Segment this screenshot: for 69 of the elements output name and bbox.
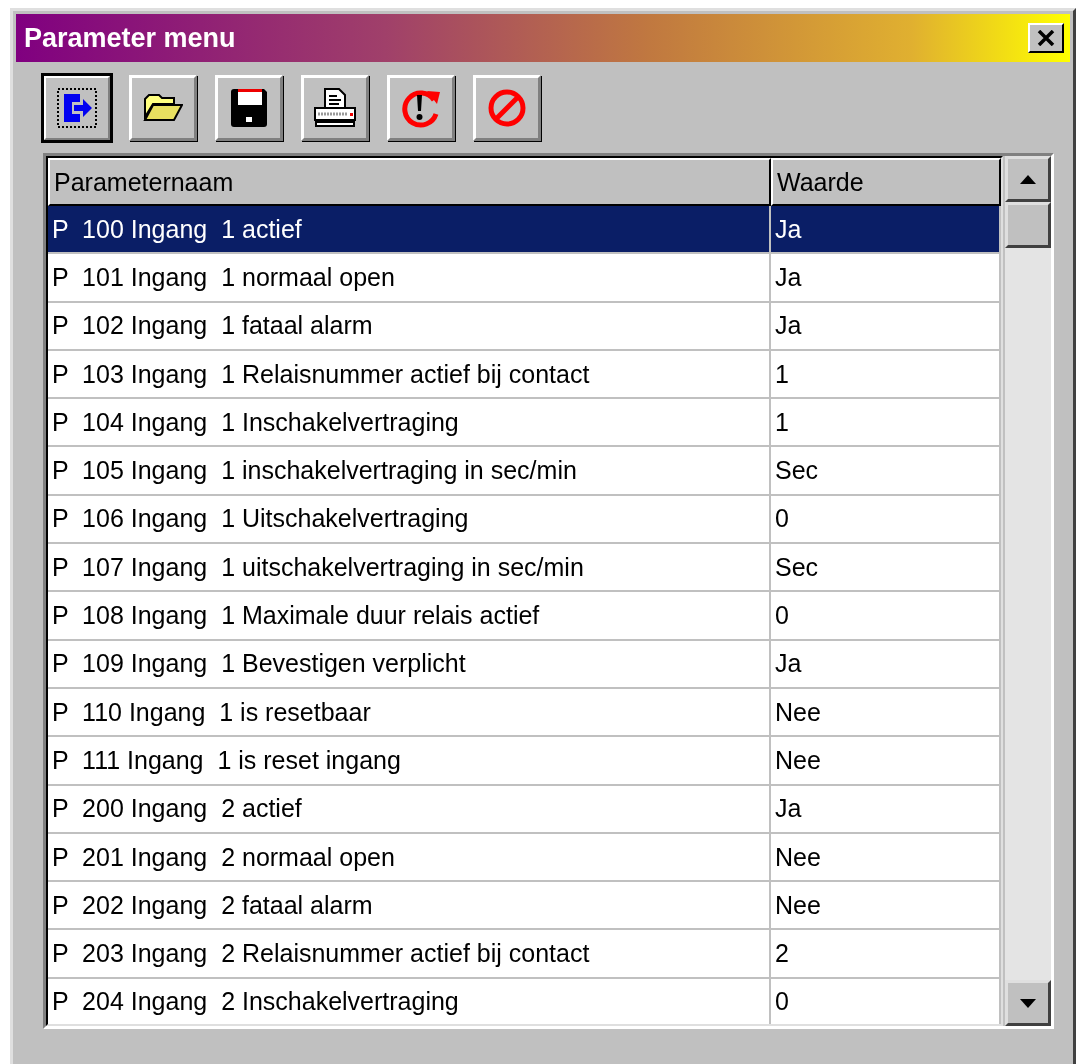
scrollbar[interactable] (1003, 156, 1051, 1026)
column-header[interactable]: Parameternaam (48, 158, 771, 206)
table-cell: Nee (771, 833, 1001, 883)
parameter-row[interactable]: P 107 Ingang 1 uitschakelvertraging in sec/min Sec (48, 544, 1001, 593)
scroll-down-button[interactable] (1005, 980, 1051, 1026)
table-cell: P 102 Ingang 1 fataal alarm (48, 302, 771, 351)
parameter-row[interactable]: P 204 Ingang 2 Inschakelvertraging 0 (48, 978, 1001, 1024)
parameter-row[interactable]: P 104 Ingang 1 Inschakelvertraging 1 (48, 399, 1001, 448)
up-arrow-icon (1020, 174, 1036, 184)
parameter-row[interactable]: P 106 Ingang 1 Uitschakelvertraging 0 (48, 495, 1001, 545)
scroll-thumb[interactable] (1005, 202, 1051, 248)
cancel-button[interactable] (473, 75, 541, 141)
table-cell: P 108 Ingang 1 Maximale duur relais actief (48, 592, 771, 641)
down-arrow-icon (1020, 998, 1036, 1008)
exit-button[interactable] (43, 75, 111, 141)
open-button[interactable] (129, 75, 197, 141)
table-cell: Ja (771, 302, 1001, 351)
parameter-row[interactable]: P 111 Ingang 1 is reset ingang Nee (48, 737, 1001, 786)
parameter-row[interactable]: P 103 Ingang 1 Relaisnummer actief bij contact 1 (48, 350, 1001, 400)
table-cell: Nee (771, 737, 1001, 786)
folder-icon (143, 93, 183, 123)
printer-icon (313, 88, 357, 128)
table-cell: P 109 Ingang 1 Bevestigen verplicht (48, 640, 771, 689)
scroll-up-button[interactable] (1005, 156, 1051, 202)
parameter-row[interactable]: P 105 Ingang 1 inschakelvertraging in sec/min Sec (48, 447, 1001, 496)
column-header[interactable]: Waarde (771, 158, 1001, 206)
parameter-row[interactable]: P 110 Ingang 1 is resetbaar Nee (48, 688, 1001, 738)
parameter-row[interactable]: P 201 Ingang 2 normaal open Nee (48, 833, 1001, 883)
save-button[interactable] (215, 75, 283, 141)
table-cell: P 203 Ingang 2 Relaisnummer actief bij contact (48, 930, 771, 979)
table-cell: Nee (771, 688, 1001, 738)
close-button[interactable] (1028, 23, 1064, 53)
parameter-row[interactable]: P 200 Ingang 2 actief Ja (48, 785, 1001, 834)
window-title: Parameter menu (24, 22, 236, 54)
table-cell: P 107 Ingang 1 uitschakelvertraging in sec/min (48, 544, 771, 593)
table-cell: P 201 Ingang 2 normaal open (48, 833, 771, 883)
table-cell: Nee (771, 882, 1001, 931)
table-cell: P 106 Ingang 1 Uitschakelvertraging (48, 495, 771, 545)
close-icon (1037, 30, 1055, 46)
table-cell: P 105 Ingang 1 inschakelvertraging in sec/min (48, 447, 771, 496)
table-cell: P 110 Ingang 1 is resetbaar (48, 688, 771, 738)
table-cell: P 202 Ingang 2 fataal alarm (48, 882, 771, 931)
table-cell: 1 (771, 399, 1001, 448)
table-cell: 0 (771, 495, 1001, 545)
table-cell: Ja (771, 254, 1001, 303)
reset-button[interactable] (387, 75, 455, 141)
table-cell: 1 (771, 350, 1001, 400)
table-cell: P 111 Ingang 1 is reset ingang (48, 737, 771, 786)
table-cell: 2 (771, 930, 1001, 979)
parameter-row[interactable]: P 102 Ingang 1 fataal alarm Ja (48, 302, 1001, 351)
table-cell: P 101 Ingang 1 normaal open (48, 254, 771, 303)
table-cell: Sec (771, 544, 1001, 593)
parameter-row[interactable]: P 100 Ingang 1 actief Ja (48, 206, 1001, 255)
table-cell: P 103 Ingang 1 Relaisnummer actief bij contact (48, 350, 771, 400)
table-cell: P 104 Ingang 1 Inschakelvertraging (48, 399, 771, 448)
table-cell: Ja (771, 640, 1001, 689)
parameter-row[interactable]: P 108 Ingang 1 Maximale duur relais actief 0 (48, 592, 1001, 641)
table-cell: Sec (771, 447, 1001, 496)
print-button[interactable] (301, 75, 369, 141)
table-cell: P 200 Ingang 2 actief (48, 785, 771, 834)
no-entry-icon (487, 88, 527, 128)
table-cell: Ja (771, 785, 1001, 834)
parameter-row[interactable]: P 203 Ingang 2 Relaisnummer actief bij contact 2 (48, 930, 1001, 979)
table-cell: Ja (771, 206, 1001, 255)
table-cell: P 100 Ingang 1 actief (48, 206, 771, 255)
parameter-row[interactable]: P 202 Ingang 2 fataal alarm Nee (48, 882, 1001, 931)
parameter-row[interactable]: P 109 Ingang 1 Bevestigen verplicht Ja (48, 640, 1001, 689)
parameter-row[interactable]: P 101 Ingang 1 normaal open Ja (48, 254, 1001, 303)
table-cell: 0 (771, 592, 1001, 641)
